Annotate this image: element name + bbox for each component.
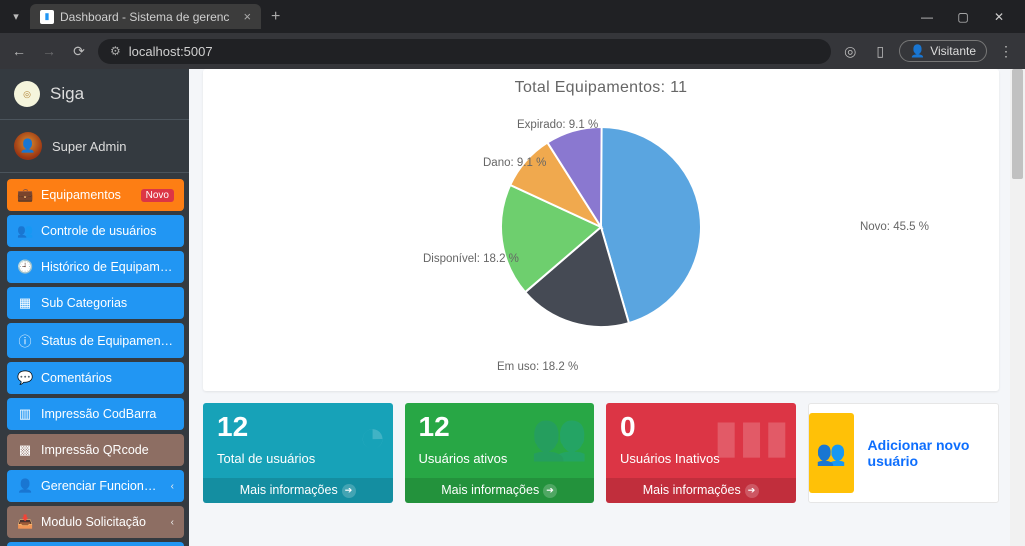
chevron-left-icon: ‹ (171, 481, 174, 492)
new-tab-button[interactable]: + (271, 8, 280, 26)
sidebar-item-10[interactable]: ⚙Configurações‹ (7, 542, 184, 546)
chart-label-novo: Novo: 45.5 % (860, 221, 929, 233)
card-footer-link[interactable]: Mais informações (606, 478, 796, 503)
users-icon: 👥 (809, 413, 854, 493)
sidebar-item-label: Status de Equipamentos (41, 334, 174, 348)
sidebar-item-label: Histórico de Equipamentos (41, 260, 174, 274)
main-content: Total Equipamentos: 11 Novo: 45.5 % Em u… (189, 69, 1025, 546)
sidebar-item-9[interactable]: 📥 Modulo Solicitação ‹ (7, 506, 184, 538)
history-icon: 🕘 (17, 259, 33, 275)
user-name: Super Admin (52, 139, 126, 154)
profile-label: Visitante (930, 44, 976, 58)
chat-icon: 💬 (17, 370, 33, 386)
sidebar-item-4[interactable]: ⓘ Status de Equipamentos (7, 323, 184, 358)
nav-forward-button[interactable]: → (38, 43, 60, 59)
browser-address-bar: ← → ⟳ ⚙ localhost:5007 ◎ ▯ 👤 Visitante ⋮ (0, 33, 1025, 69)
briefcase-icon: 💼 (17, 187, 33, 203)
qrcode-icon: ▩ (17, 442, 33, 458)
sidebar-item-2[interactable]: 🕘 Histórico de Equipamentos (7, 251, 184, 283)
location-icon[interactable]: ◎ (839, 43, 861, 60)
url-text: localhost:5007 (129, 44, 213, 59)
sidebar: ◎ Siga 👤 Super Admin 💼 Equipamentos Novo 👥 C… (0, 69, 189, 546)
browser-profile-button[interactable]: 👤 Visitante (899, 40, 987, 62)
window-close-button[interactable]: ✕ (981, 10, 1017, 24)
sidebar-item-label: Impressão QRcode (41, 443, 174, 457)
chart-label-disponivel: Disponível: 18.2 % (423, 253, 519, 265)
sidebar-item-5[interactable]: 💬 Comentários (7, 362, 184, 394)
sidebar-item-label: Impressão CodBarra (41, 407, 174, 421)
chart-wrap: Novo: 45.5 % Em uso: 18.2 % Disponível: … (215, 103, 987, 373)
card-total-users: ◔ 12 Total de usuários Mais informações (203, 403, 393, 503)
card-footer-link[interactable]: Mais informações (203, 478, 393, 503)
browser-titlebar: ▾ ▮ Dashboard - Sistema de gerenc × + — … (0, 0, 1025, 33)
barcode-icon: ▥ (17, 406, 33, 422)
brand[interactable]: ◎ Siga (0, 69, 189, 120)
sidebar-item-label: Equipamentos (41, 188, 133, 202)
add-user-link[interactable]: Adicionar novo usuário (868, 437, 998, 469)
sidebar-item-3[interactable]: ▦ Sub Categorias (7, 287, 184, 319)
user-plus-icon: 👥 (531, 409, 588, 464)
grid-icon: ▦ (17, 295, 33, 311)
avatar: 👤 (14, 132, 42, 160)
sidebar-item-label: Controle de usuários (41, 224, 174, 238)
card-inactive-users: ▮▮▮ 0 Usuários Inativos Mais informações (606, 403, 796, 503)
brand-logo: ◎ (14, 81, 40, 107)
users-icon: 👥 (17, 223, 33, 239)
browser-menu-button[interactable]: ⋮ (995, 43, 1017, 60)
sidebar-menu: 💼 Equipamentos Novo 👥 Controle de usuários 🕘 H… (0, 173, 189, 546)
nav-reload-button[interactable]: ⟳ (68, 43, 90, 60)
arrow-icon (543, 484, 557, 498)
chart-panel: Total Equipamentos: 11 Novo: 45.5 % Em u… (203, 69, 999, 391)
tablist-toggle-icon[interactable]: ▾ (8, 10, 24, 23)
inbox-icon: 📥 (17, 514, 33, 530)
arrow-icon (342, 484, 356, 498)
browser-tab[interactable]: ▮ Dashboard - Sistema de gerenc × (30, 4, 261, 29)
sidebar-item-7[interactable]: ▩ Impressão QRcode (7, 434, 184, 466)
pie-icon: ◔ (359, 409, 387, 463)
cards-row: ◔ 12 Total de usuários Mais informações … (203, 403, 999, 503)
tab-close-icon[interactable]: × (243, 9, 251, 24)
site-info-icon[interactable]: ⚙ (110, 44, 121, 58)
tab-title: Dashboard - Sistema de gerenc (60, 10, 229, 24)
pie-chart (491, 117, 711, 337)
chart-label-emuso: Em uso: 18.2 % (497, 361, 578, 373)
user-cog-icon: 👤 (17, 478, 33, 494)
window-minimize-button[interactable]: — (909, 10, 945, 24)
reader-icon[interactable]: ▯ (869, 43, 891, 60)
chart-label-dano: Dano: 9.1 % (483, 157, 546, 169)
sidebar-item-8[interactable]: 👤 Gerenciar Funcionários ‹ (7, 470, 184, 502)
card-footer-link[interactable]: Mais informações (405, 478, 595, 503)
user-row[interactable]: 👤 Super Admin (0, 120, 189, 173)
sidebar-item-label: Modulo Solicitação (41, 515, 163, 529)
sidebar-item-0[interactable]: 💼 Equipamentos Novo (7, 179, 184, 211)
sidebar-item-label: Comentários (41, 371, 174, 385)
card-active-users: 👥 12 Usuários ativos Mais informações (405, 403, 595, 503)
chart-title: Total Equipamentos: 11 (215, 79, 987, 97)
card-add-user[interactable]: 👥 Adicionar novo usuário (808, 403, 1000, 503)
brand-name: Siga (50, 84, 84, 104)
url-input[interactable]: ⚙ localhost:5007 (98, 39, 831, 64)
profile-icon: 👤 (910, 44, 925, 58)
tab-favicon: ▮ (40, 10, 54, 24)
info-icon: ⓘ (17, 331, 33, 350)
sidebar-item-1[interactable]: 👥 Controle de usuários (7, 215, 184, 247)
nav-back-button[interactable]: ← (8, 43, 30, 59)
chart-label-expirado: Expirado: 9.1 % (517, 119, 598, 131)
scrollbar[interactable] (1010, 69, 1025, 546)
arrow-icon (745, 484, 759, 498)
window-maximize-button[interactable]: ▢ (945, 10, 981, 24)
chevron-left-icon: ‹ (171, 517, 174, 528)
badge-novo: Novo (141, 189, 174, 202)
sidebar-item-6[interactable]: ▥ Impressão CodBarra (7, 398, 184, 430)
sidebar-item-label: Sub Categorias (41, 296, 174, 310)
scrollbar-thumb[interactable] (1012, 69, 1023, 179)
bars-icon: ▮▮▮ (714, 409, 790, 463)
sidebar-item-label: Gerenciar Funcionários (41, 479, 163, 493)
